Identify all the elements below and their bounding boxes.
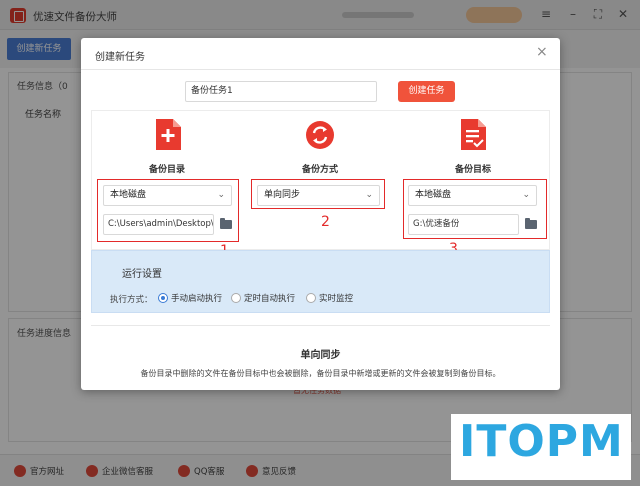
create-task-button[interactable]: 创建任务 xyxy=(398,81,455,102)
dialog-header: 创建新任务 × xyxy=(81,38,560,70)
add-file-icon xyxy=(156,119,181,150)
target-file-icon xyxy=(461,119,486,150)
watermark: ITOPM xyxy=(451,414,631,480)
radio-manual[interactable]: 手动启动执行 xyxy=(158,292,222,304)
annotation-number-2: 2 xyxy=(321,214,330,230)
target-label: 备份目标 xyxy=(454,165,491,175)
radio-selected-icon xyxy=(158,293,168,303)
source-label: 备份目录 xyxy=(148,165,185,175)
close-icon[interactable]: × xyxy=(536,45,548,59)
radio-realtime[interactable]: 实时监控 xyxy=(306,292,353,304)
mode-description: 备份目录中删除的文件在备份目标中也会被删除，备份目录中新增或更新的文件会被复制到… xyxy=(140,369,501,378)
annotation-box-1 xyxy=(97,179,239,242)
run-settings-panel: 运行设置 执行方式： 手动启动执行 定时自动执行 实时监控 xyxy=(91,250,550,313)
divider xyxy=(91,325,550,326)
run-settings-title: 运行设置 xyxy=(122,269,162,280)
exec-mode-label: 执行方式： xyxy=(110,295,153,305)
radio-unselected-icon xyxy=(306,293,316,303)
create-task-dialog: 创建新任务 × 备份任务1 创建任务 备份目录 本地磁盘 ⌄ C:\Users\… xyxy=(81,38,560,390)
method-label: 备份方式 xyxy=(301,165,338,175)
sync-icon xyxy=(306,121,334,149)
mode-title: 单向同步 xyxy=(300,350,341,361)
annotation-box-3 xyxy=(403,179,547,239)
task-name-input[interactable]: 备份任务1 xyxy=(185,81,377,102)
annotation-box-2 xyxy=(251,179,385,209)
radio-unselected-icon xyxy=(231,293,241,303)
watermark-logo: ITOPM xyxy=(459,416,624,467)
dialog-title: 创建新任务 xyxy=(95,52,145,63)
radio-scheduled[interactable]: 定时自动执行 xyxy=(231,292,295,304)
